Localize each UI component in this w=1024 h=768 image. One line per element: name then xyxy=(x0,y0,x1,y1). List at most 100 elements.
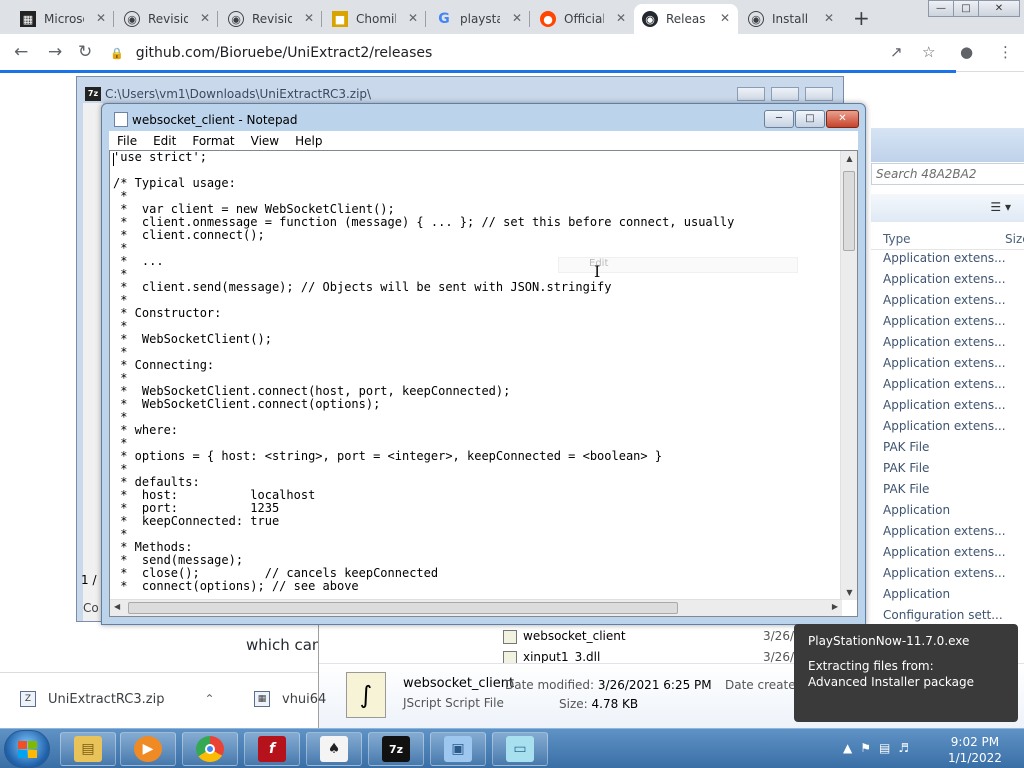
maximize-button[interactable] xyxy=(771,87,799,101)
menu-file[interactable]: File xyxy=(109,134,145,148)
menu-view[interactable]: View xyxy=(243,134,287,148)
table-row[interactable]: websocket_client 3/26/ xyxy=(503,626,794,647)
maximize-button[interactable]: □ xyxy=(795,110,825,128)
close-tab-icon[interactable]: ✕ xyxy=(512,11,522,25)
solitaire-icon: ♠ xyxy=(320,736,348,762)
download-item[interactable]: Z UniExtractRC3.zip ⌃ xyxy=(20,691,215,707)
close-window-button[interactable]: ✕ xyxy=(978,0,1020,17)
taskbar-solitaire[interactable]: ♠ xyxy=(306,732,362,766)
download-item[interactable]: ▦ vhui64 xyxy=(254,691,326,707)
forward-arrow-icon[interactable]: → xyxy=(48,42,62,62)
close-window-button[interactable] xyxy=(805,87,833,101)
explorer-search-input[interactable]: Search 48A2BA2 xyxy=(871,163,1024,185)
show-hidden-icons-icon[interactable]: ▲ xyxy=(843,741,852,755)
minimize-button[interactable]: — xyxy=(928,0,954,17)
close-window-button[interactable]: ✕ xyxy=(826,110,859,128)
type-cell: Application extens... xyxy=(883,335,1006,349)
explorer-type-list: Application extens... Application extens… xyxy=(883,248,1006,626)
new-tab-button[interactable]: + xyxy=(853,6,870,30)
taskbar-notepad[interactable]: ▭ xyxy=(492,732,548,766)
close-tab-icon[interactable]: ✕ xyxy=(304,11,314,25)
details-size: Size: 4.78 KB xyxy=(559,697,638,711)
media-player-icon: ▶ xyxy=(134,736,162,762)
explorer-file-rows: websocket_client 3/26/ xinput1_3.dll 3/2… xyxy=(503,626,794,668)
back-arrow-icon[interactable]: ← xyxy=(14,42,28,62)
scroll-thumb[interactable] xyxy=(128,602,678,614)
volume-icon[interactable]: ♬ xyxy=(898,741,909,755)
action-center-icon[interactable]: ⚑ xyxy=(860,741,871,755)
details-file-type: JScript Script File xyxy=(403,696,504,710)
notepad-titlebar: websocket_client - Notepad xyxy=(114,112,298,127)
menu-edit[interactable]: Edit xyxy=(145,134,184,148)
type-cell: Application extens... xyxy=(883,566,1006,580)
tab-install[interactable]: ◉ Install ✕ xyxy=(740,4,842,34)
taskbar-explorer[interactable]: ▤ xyxy=(60,732,116,766)
lock-icon: 🔒 xyxy=(110,46,124,60)
notification-line: Extracting files from: xyxy=(808,659,934,673)
type-cell: Application extens... xyxy=(883,356,1006,370)
taskbar-chrome[interactable] xyxy=(182,732,238,766)
tab-reddit[interactable]: ● Official ✕ xyxy=(532,4,634,34)
tab-github[interactable]: ◉ Releases ✕ xyxy=(634,4,738,34)
horizontal-scrollbar[interactable]: ◀ ▶ xyxy=(110,599,842,616)
label: Date modified: xyxy=(505,678,595,692)
address-bar[interactable]: 🔒 github.com/Bioruebe/UniExtract2/releas… xyxy=(110,39,920,67)
taskbar-network[interactable]: ▣ xyxy=(430,732,486,766)
column-size[interactable]: Size xyxy=(1005,232,1024,246)
value: 4.78 KB xyxy=(591,697,639,711)
tab-title: Microsoft xyxy=(44,12,84,26)
reload-icon[interactable]: ↻ xyxy=(78,42,92,62)
menu-format[interactable]: Format xyxy=(184,134,242,148)
editor-text[interactable]: 'use strict'; /* Typical usage: * * var … xyxy=(113,151,843,596)
scroll-right-icon[interactable]: ▶ xyxy=(832,602,838,611)
extraction-notification[interactable]: PlayStationNow-11.7.0.exe Extracting fil… xyxy=(794,624,1018,722)
scroll-down-icon[interactable]: ▼ xyxy=(841,588,857,597)
flash-icon: f xyxy=(258,736,286,762)
tab-microsoft[interactable]: ▦ Microsoft ✕ xyxy=(12,4,114,34)
text-caret xyxy=(113,153,114,166)
network-tray-icon[interactable]: ▤ xyxy=(879,741,890,755)
chevron-up-icon[interactable]: ⌃ xyxy=(204,692,214,706)
maximize-button[interactable]: □ xyxy=(953,0,979,17)
vertical-scrollbar[interactable]: ▲ ▼ xyxy=(840,151,857,600)
scroll-up-icon[interactable]: ▲ xyxy=(841,154,857,163)
bookmark-star-icon[interactable]: ☆ xyxy=(922,43,935,61)
minimize-button[interactable]: ─ xyxy=(764,110,794,128)
tab-title: Chomikuj xyxy=(356,12,396,26)
notepad-window: websocket_client - Notepad ─ □ ✕ File Ed… xyxy=(101,103,866,625)
share-icon[interactable]: ↗ xyxy=(890,43,903,61)
close-tab-icon[interactable]: ✕ xyxy=(408,11,418,25)
menu-dots-icon[interactable]: ⋮ xyxy=(998,43,1013,61)
scroll-left-icon[interactable]: ◀ xyxy=(114,602,120,611)
tab-revision-1[interactable]: ◉ Revision ✕ xyxy=(116,4,218,34)
7zip-sidebar xyxy=(83,103,103,621)
download-name: UniExtractRC3.zip xyxy=(48,691,165,707)
type-cell: Application extens... xyxy=(883,377,1006,391)
file-date: 3/26/ xyxy=(763,629,794,643)
close-tab-icon[interactable]: ✕ xyxy=(616,11,626,25)
start-button[interactable] xyxy=(4,730,50,768)
clock-time: 9:02 PM xyxy=(950,735,1000,749)
type-cell: Application extens... xyxy=(883,545,1006,559)
close-tab-icon[interactable]: ✕ xyxy=(824,11,834,25)
tab-revision-2[interactable]: ◉ Revision ✕ xyxy=(220,4,322,34)
menu-help[interactable]: Help xyxy=(287,134,330,148)
close-tab-icon[interactable]: ✕ xyxy=(720,11,730,25)
tab-google[interactable]: G playstation ✕ xyxy=(428,4,530,34)
tab-chomikuj[interactable]: ■ Chomikuj ✕ xyxy=(324,4,426,34)
column-type[interactable]: Type xyxy=(883,232,911,246)
minimize-button[interactable] xyxy=(737,87,765,101)
taskbar-flash[interactable]: f xyxy=(244,732,300,766)
taskbar-7zip[interactable]: 7z xyxy=(368,732,424,766)
7zip-title: 7z C:\Users\vm1\Downloads\UniExtractRC3.… xyxy=(85,87,371,101)
notepad-editor[interactable]: 'use strict'; /* Typical usage: * * var … xyxy=(109,150,858,617)
explorer-column-headers: Type Size xyxy=(871,228,1024,250)
system-clock[interactable]: 9:02 PM 1/1/2022 xyxy=(948,734,1002,766)
profile-avatar-icon[interactable]: ● xyxy=(960,43,973,61)
google-icon: G xyxy=(438,11,450,27)
view-options-icon[interactable]: ☰ ▾ xyxy=(990,200,1011,214)
taskbar-media-player[interactable]: ▶ xyxy=(120,732,176,766)
close-tab-icon[interactable]: ✕ xyxy=(96,11,106,25)
scroll-thumb[interactable] xyxy=(843,171,855,251)
close-tab-icon[interactable]: ✕ xyxy=(200,11,210,25)
